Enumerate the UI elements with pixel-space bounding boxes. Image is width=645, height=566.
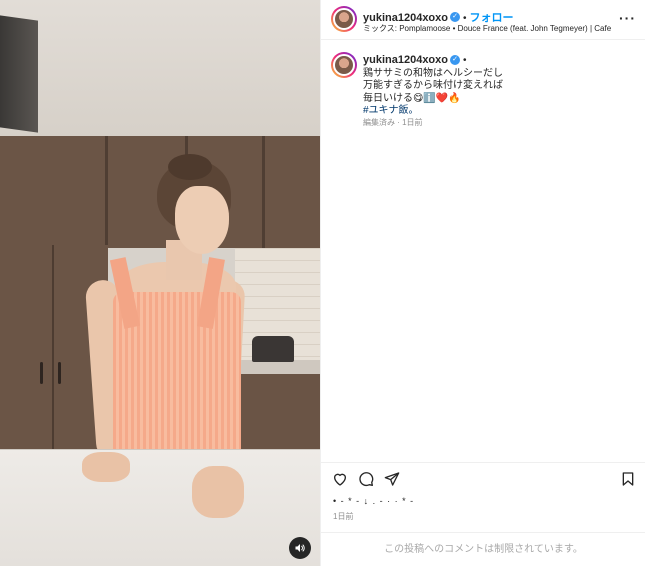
verified-badge-icon: ✓ [450, 11, 460, 22]
more-options-button[interactable]: ··· [619, 10, 636, 26]
post-details-panel: yukina1204xoxo ✓ • フォロー ミックス: Pomplamoose •… [320, 0, 645, 566]
heart-icon [333, 473, 347, 486]
share-button[interactable] [383, 470, 401, 488]
share-icon [384, 472, 400, 486]
avatar-image [333, 8, 355, 30]
caption-username-link[interactable]: yukina1204xoxo [363, 54, 448, 66]
photo-back-counter [232, 360, 320, 374]
audio-toggle-button[interactable] [289, 537, 311, 559]
save-button[interactable] [619, 470, 637, 488]
photo-ceiling [0, 0, 320, 140]
audio-track-link[interactable]: ミックス: Pomplamoose • Douce France (feat. … [363, 23, 613, 34]
like-button[interactable] [331, 470, 349, 488]
caption-text-line: 万能すぎるから味付け変えれば [363, 80, 503, 91]
photo-cabinet-seam [105, 136, 108, 248]
caption-meta: 編集済み · 1日前 [363, 118, 423, 127]
photo-hair-bun [168, 154, 212, 180]
caption-text-line: 鶏ササミの和物はヘルシーだし [363, 67, 503, 79]
photo-hand-left [82, 452, 130, 482]
post-date[interactable]: 1日前 [333, 511, 353, 522]
likes-count[interactable]: • - * - ↓ . - · · * - [333, 496, 414, 506]
photo-kitchen-island [0, 450, 320, 566]
bookmark-icon [622, 472, 634, 486]
photo-cabinet-handle [58, 362, 61, 384]
photo-range-hood [0, 15, 38, 133]
photo-lower-cabinets [232, 374, 320, 452]
photo-cabinet-seam [52, 245, 54, 455]
caption-avatar[interactable] [331, 52, 357, 78]
photo-face [175, 186, 229, 254]
comments-restricted-notice: この投稿へのコメントは制限されています。 [321, 532, 645, 566]
post-media[interactable] [0, 0, 320, 566]
photo-hand-right [192, 466, 244, 518]
separator-dot: • [463, 55, 467, 66]
comment-button[interactable] [357, 470, 375, 488]
photo-appliance [252, 336, 294, 362]
caption-text-line: 毎日いける😋ℹ️❤️🔥 [363, 92, 461, 104]
speaker-icon [295, 544, 305, 552]
action-bar [321, 462, 645, 492]
avatar[interactable] [331, 6, 357, 32]
photo-cabinet-seam [262, 136, 265, 248]
caption: yukina1204xoxo ✓ • 鶏ササミの和物はヘルシーだし 万能すぎるから味… [363, 54, 633, 118]
caption-user-line: yukina1204xoxo ✓ • [363, 54, 633, 68]
post-header: yukina1204xoxo ✓ • フォロー ミックス: Pomplamoose •… [321, 0, 645, 40]
verified-badge-icon: ✓ [450, 55, 460, 66]
avatar-image [333, 54, 355, 76]
hashtag-link[interactable]: #ユキナ飯。 [363, 105, 633, 118]
comment-icon [359, 472, 374, 487]
photo-cabinet-handle [40, 362, 43, 384]
